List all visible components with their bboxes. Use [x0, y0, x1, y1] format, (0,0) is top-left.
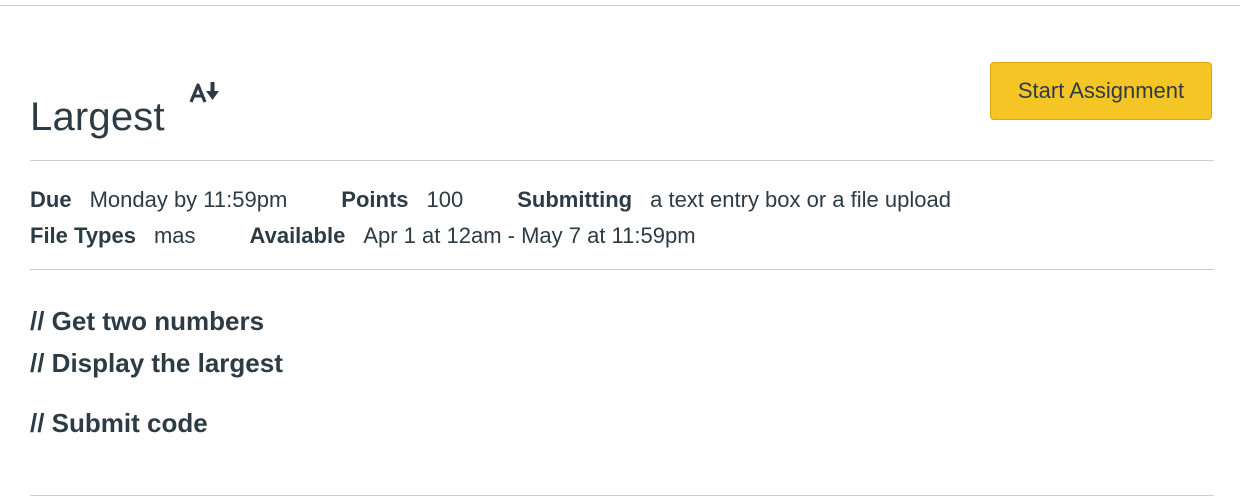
description-line: // Display the largest [30, 348, 283, 378]
details-row-2: File Types mas Available Apr 1 at 12am -… [30, 218, 951, 254]
available-value: Apr 1 at 12am - May 7 at 11:59pm [363, 223, 696, 248]
start-assignment-button[interactable]: Start Assignment [990, 62, 1212, 120]
assignment-description: // Get two numbers // Display the larges… [30, 300, 283, 444]
bottom-divider [30, 495, 1214, 496]
assignment-header: Largest Start Assignment [30, 62, 1212, 139]
top-divider [0, 5, 1240, 6]
due-value: Monday by 11:59pm [89, 187, 288, 212]
header-divider [30, 160, 1214, 161]
description-line: // Get two numbers [30, 306, 265, 336]
description-line: // Submit code [30, 408, 208, 438]
details-divider [30, 269, 1214, 270]
page-title: Largest [30, 94, 165, 139]
assignment-details: Due Monday by 11:59pm Points 100 Submitt… [30, 182, 951, 254]
submitting-value: a text entry box or a file upload [650, 187, 951, 212]
file-types-label: File Types [30, 223, 136, 248]
submitting-label: Submitting [517, 187, 633, 212]
sort-alpha-down-icon[interactable] [188, 78, 222, 106]
available-label: Available [249, 223, 346, 248]
details-row-1: Due Monday by 11:59pm Points 100 Submitt… [30, 182, 951, 218]
due-label: Due [30, 187, 72, 212]
file-types-value: mas [153, 223, 196, 248]
points-label: Points [341, 187, 409, 212]
points-value: 100 [426, 187, 464, 212]
